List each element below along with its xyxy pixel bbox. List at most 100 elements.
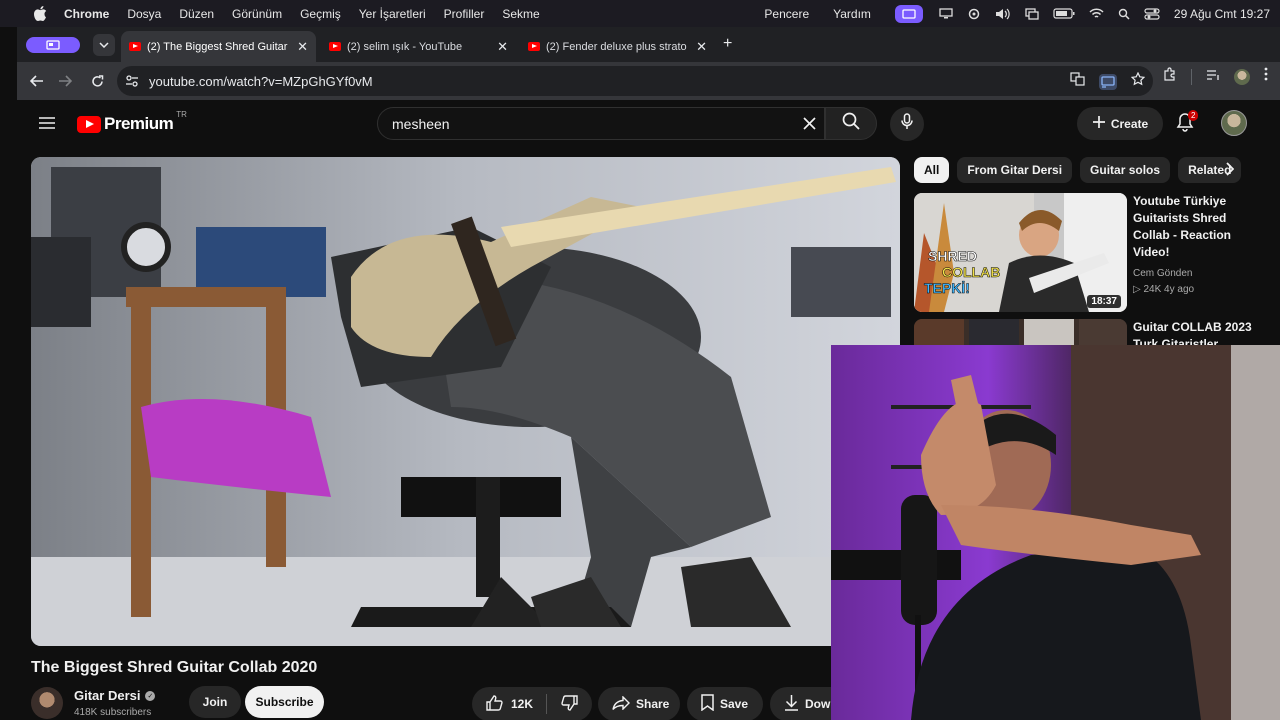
profile-pill-icon[interactable] bbox=[26, 37, 80, 53]
wifi-icon[interactable] bbox=[1089, 8, 1104, 19]
menu-gecmis[interactable]: Geçmiş bbox=[300, 7, 341, 21]
save-button[interactable]: Save bbox=[687, 687, 763, 720]
video-thumbnail[interactable]: SHRED COLLAB TEPKİ! 18:37 bbox=[914, 193, 1127, 312]
menubar-datetime[interactable]: 29 Ağu Cmt 19:27 bbox=[1174, 7, 1270, 21]
menu-profiller[interactable]: Profiller bbox=[444, 7, 485, 21]
menu-yer-isaretleri[interactable]: Yer İşaretleri bbox=[359, 7, 426, 21]
macos-menu-bar: Chrome Dosya Düzen Görünüm Geçmiş Yer İş… bbox=[0, 0, 1280, 27]
menu-sekme[interactable]: Sekme bbox=[502, 7, 539, 21]
screen-share-icon[interactable] bbox=[894, 4, 923, 23]
display-icon[interactable] bbox=[939, 8, 953, 19]
tab-selim-isik[interactable]: (2) selim ışık - YouTube ✕ bbox=[321, 31, 516, 62]
notifications-button[interactable]: 2 bbox=[1176, 110, 1199, 137]
reading-list-icon[interactable] bbox=[1206, 68, 1220, 86]
tab-strip: (2) The Biggest Shred Guitar ✕ (2) selim… bbox=[17, 27, 1280, 62]
subscribe-button[interactable]: Subscribe bbox=[245, 686, 324, 718]
related-video-title[interactable]: Youtube Türkiye Guitarists Shred Collab … bbox=[1133, 193, 1263, 261]
tab-title: (2) Fender deluxe plus strato bbox=[546, 40, 687, 53]
youtube-favicon-icon bbox=[129, 42, 141, 51]
clear-search-icon[interactable] bbox=[794, 117, 824, 130]
youtube-favicon-icon bbox=[329, 42, 341, 51]
thumbs-up-icon bbox=[486, 694, 503, 714]
logo-text: Premium bbox=[104, 114, 174, 133]
url-text[interactable]: youtube.com/watch?v=MZpGhGYf0vM bbox=[149, 74, 373, 89]
tab-fender-deluxe[interactable]: (2) Fender deluxe plus strato ✕ bbox=[520, 31, 715, 62]
address-bar[interactable]: youtube.com/watch?v=MZpGhGYf0vM bbox=[117, 66, 1153, 96]
tab-title: (2) The Biggest Shred Guitar bbox=[147, 40, 288, 53]
window-icon[interactable] bbox=[1025, 7, 1039, 20]
thumbnail-text-collab: COLLAB bbox=[942, 264, 1000, 280]
chevron-right-icon[interactable] bbox=[1225, 162, 1235, 181]
youtube-favicon-icon bbox=[528, 42, 540, 51]
channel-avatar[interactable] bbox=[31, 687, 63, 719]
chip-from-gitar-dersi[interactable]: From Gitar Dersi bbox=[957, 157, 1073, 183]
menu-duzen[interactable]: Düzen bbox=[179, 7, 214, 21]
bookmark-icon bbox=[701, 694, 714, 714]
related-video-card[interactable]: SHRED COLLAB TEPKİ! 18:37 Youtube Türkiy… bbox=[914, 193, 1274, 312]
tab-title: (2) selim ışık - YouTube bbox=[347, 40, 463, 53]
back-arrow-icon[interactable] bbox=[23, 67, 51, 95]
close-tab-icon[interactable]: ✕ bbox=[696, 39, 707, 55]
menu-dosya[interactable]: Dosya bbox=[127, 7, 161, 21]
related-video-channel[interactable]: Cem Gönden bbox=[1133, 266, 1263, 282]
dislike-button[interactable] bbox=[547, 694, 592, 714]
channel-name-row[interactable]: Gitar Dersi ✓ bbox=[74, 688, 156, 703]
volume-icon[interactable] bbox=[995, 8, 1011, 20]
related-video-card[interactable]: Guitar COLLAB 2023 Turk Gitaristler bbox=[914, 319, 1274, 345]
thumbnail-image bbox=[914, 319, 1127, 345]
apple-icon[interactable] bbox=[34, 6, 50, 21]
reload-icon[interactable] bbox=[83, 67, 111, 95]
focus-icon[interactable] bbox=[967, 7, 981, 21]
menu-gorunum[interactable]: Görünüm bbox=[232, 7, 282, 21]
related-filter-chips: All From Gitar Dersi Guitar solos Relate… bbox=[914, 157, 1254, 183]
hamburger-menu-icon[interactable] bbox=[39, 116, 55, 135]
extensions-icon[interactable] bbox=[1163, 67, 1177, 86]
account-avatar[interactable] bbox=[1221, 110, 1247, 136]
menu-pencere[interactable]: Pencere bbox=[764, 7, 809, 21]
browser-chrome: (2) The Biggest Shred Guitar ✕ (2) selim… bbox=[17, 27, 1280, 100]
tab-biggest-shred[interactable]: (2) The Biggest Shred Guitar ✕ bbox=[121, 31, 316, 62]
more-menu-icon[interactable] bbox=[1264, 67, 1268, 86]
thumbnail-text-tepki: TEPKİ! bbox=[924, 280, 970, 296]
video-player[interactable] bbox=[31, 157, 900, 646]
youtube-logo-icon bbox=[77, 115, 101, 133]
video-owner-row: Gitar Dersi ✓ 418K subscribers Join Subs… bbox=[31, 686, 900, 720]
close-tab-icon[interactable]: ✕ bbox=[297, 39, 308, 55]
subscriber-count: 418K subscribers bbox=[74, 707, 152, 718]
related-video-info[interactable]: Guitar COLLAB 2023 Turk Gitaristler bbox=[1133, 319, 1263, 345]
join-button[interactable]: Join bbox=[189, 686, 241, 718]
related-video-info[interactable]: Youtube Türkiye Guitarists Shred Collab … bbox=[1133, 193, 1263, 298]
site-info-icon[interactable] bbox=[125, 74, 139, 93]
battery-icon[interactable] bbox=[1053, 8, 1075, 19]
translate-icon[interactable] bbox=[1070, 72, 1085, 91]
search-icon bbox=[842, 112, 860, 135]
chip-guitar-solos[interactable]: Guitar solos bbox=[1080, 157, 1171, 183]
video-thumbnail[interactable] bbox=[914, 319, 1127, 345]
close-tab-icon[interactable]: ✕ bbox=[497, 39, 508, 55]
toolbar-divider bbox=[1191, 68, 1192, 85]
voice-search-button[interactable] bbox=[890, 107, 924, 141]
cast-icon[interactable] bbox=[1099, 73, 1117, 90]
like-button[interactable]: 12K bbox=[472, 694, 546, 714]
spotlight-search-icon[interactable] bbox=[1118, 8, 1130, 20]
menu-app-name[interactable]: Chrome bbox=[64, 7, 109, 21]
control-center-icon[interactable] bbox=[1144, 7, 1160, 20]
create-button[interactable]: Create bbox=[1077, 107, 1163, 140]
youtube-premium-logo[interactable]: Premium TR bbox=[77, 110, 187, 134]
channel-name[interactable]: Gitar Dersi bbox=[74, 688, 140, 703]
new-tab-plus-icon[interactable]: + bbox=[723, 35, 732, 53]
video-duration: 18:37 bbox=[1087, 295, 1121, 308]
search-box[interactable]: mesheen bbox=[377, 107, 825, 140]
tab-search-chevron-icon[interactable] bbox=[93, 34, 115, 56]
download-icon bbox=[784, 694, 799, 714]
share-button[interactable]: Share bbox=[598, 687, 680, 720]
bookmark-star-icon[interactable] bbox=[1130, 71, 1146, 91]
search-input[interactable]: mesheen bbox=[392, 116, 794, 132]
profile-avatar-icon[interactable] bbox=[1234, 68, 1250, 85]
search-button[interactable] bbox=[825, 107, 877, 140]
chip-all[interactable]: All bbox=[914, 157, 950, 183]
forward-arrow-icon[interactable] bbox=[51, 67, 79, 95]
related-video-title[interactable]: Guitar COLLAB 2023 Turk Gitaristler bbox=[1133, 319, 1263, 345]
menu-yardim[interactable]: Yardım bbox=[833, 7, 871, 21]
related-video-meta: ▷ 24K 4y ago bbox=[1133, 284, 1195, 295]
